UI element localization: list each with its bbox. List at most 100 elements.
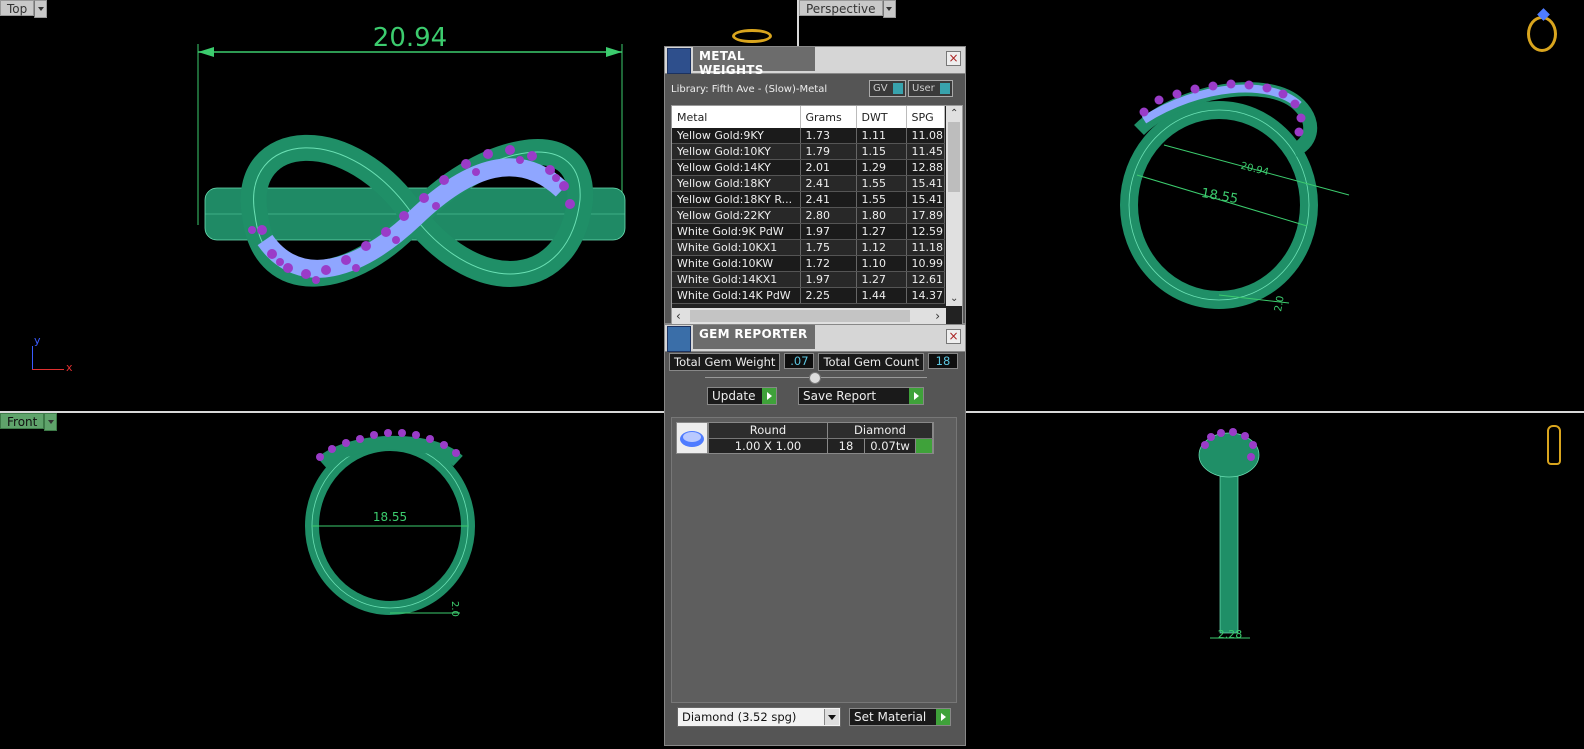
gem-reporter-splitter[interactable] bbox=[705, 372, 927, 384]
gem-list-table: Round Diamond 1.00 X 1.00 18 0.07tw bbox=[708, 422, 934, 454]
user-toggle-label: User bbox=[912, 83, 935, 94]
metal-weights-table: Metal Grams DWT SPG Yellow Gold:9KY 1.73 1… bbox=[672, 106, 945, 304]
right-pendant-icon[interactable] bbox=[1547, 425, 1561, 465]
axis-y-label: y bbox=[34, 334, 41, 347]
metal-name-cell: Yellow Gold:18KY R... bbox=[672, 191, 801, 208]
dwt-cell: 1.10 bbox=[856, 255, 907, 272]
dwt-cell: 1.27 bbox=[856, 223, 907, 240]
dwt-cell: 1.11 bbox=[856, 128, 907, 144]
grams-cell: 1.97 bbox=[800, 271, 857, 288]
dwt-cell: 1.55 bbox=[856, 191, 907, 208]
right-view-model: 2.28 bbox=[1198, 428, 1260, 641]
chevron-down-icon bbox=[824, 709, 839, 725]
grams-cell: 2.80 bbox=[800, 207, 857, 224]
gem-list-area: Round Diamond 1.00 X 1.00 18 0.07tw bbox=[671, 417, 957, 703]
perspective-dim-width: 20.94 bbox=[1239, 161, 1269, 179]
gem-row-arrow-button[interactable] bbox=[916, 438, 933, 453]
set-material-button[interactable]: Set Material bbox=[849, 708, 951, 726]
update-arrow-icon bbox=[762, 388, 776, 404]
viewport-right[interactable]: 2.28 bbox=[965, 413, 1584, 749]
spg-cell: 11.18 bbox=[906, 239, 945, 256]
material-select[interactable]: Diamond (3.52 spg) bbox=[677, 707, 841, 727]
top-dim-label: 20.94 bbox=[373, 23, 447, 53]
column-header-spg[interactable]: SPG bbox=[906, 106, 945, 128]
axis-indicator: y x bbox=[30, 334, 80, 378]
metal-library-text: Library: Fifth Ave - (Slow)-Metal bbox=[671, 84, 828, 95]
column-header-metal[interactable]: Metal bbox=[672, 106, 801, 128]
perspective-dim-small: 2.0 bbox=[1273, 295, 1287, 313]
metal-weights-horizontal-scrollbar[interactable]: ‹ › bbox=[672, 308, 946, 324]
spg-cell: 11.45 bbox=[906, 143, 945, 160]
table-row[interactable]: White Gold:10KX1 1.75 1.12 11.18 bbox=[672, 239, 945, 256]
metal-weights-panel: METAL WEIGHTS × Library: Fifth Ave - (Sl… bbox=[664, 46, 966, 325]
front-dim-inner: 18.55 bbox=[373, 510, 407, 524]
metal-weights-titlebar[interactable]: METAL WEIGHTS × bbox=[665, 47, 965, 77]
metal-library-label: Library: Fifth Ave - (Slow)-Metal GV Use… bbox=[665, 74, 965, 106]
perspective-ring-icon[interactable] bbox=[1527, 16, 1557, 52]
gem-reporter-close-button[interactable]: × bbox=[946, 329, 961, 344]
column-header-grams[interactable]: Grams bbox=[800, 106, 857, 128]
gv-toggle[interactable]: GV bbox=[869, 80, 906, 97]
grams-cell: 2.25 bbox=[800, 287, 857, 304]
spg-cell: 11.08 bbox=[906, 128, 945, 144]
update-button[interactable]: Update bbox=[707, 387, 777, 405]
table-row[interactable]: Yellow Gold:9KY 1.73 1.11 11.08 bbox=[672, 128, 945, 144]
perspective-dim-inner: 18.55 bbox=[1200, 186, 1239, 207]
gem-weight: 0.07tw bbox=[865, 438, 916, 453]
metal-weights-table-container[interactable]: Metal Grams DWT SPG Yellow Gold:9KY 1.73 1… bbox=[671, 105, 963, 325]
front-dim-small: 2.0 bbox=[449, 601, 460, 617]
set-material-arrow-icon bbox=[936, 709, 950, 725]
gem-reporter-panel: GEM REPORTER × Total Gem Weight .07 Tota… bbox=[664, 324, 966, 746]
gem-list-row[interactable]: Round Diamond 1.00 X 1.00 18 0.07tw bbox=[676, 422, 934, 454]
table-row[interactable]: Yellow Gold:18KY R... 2.41 1.55 15.41 bbox=[672, 191, 945, 208]
grams-cell: 1.75 bbox=[800, 239, 857, 256]
grams-cell: 1.97 bbox=[800, 223, 857, 240]
total-gem-count-value: 18 bbox=[927, 353, 958, 369]
metal-weights-vertical-scrollbar[interactable]: ⌃ ⌄ bbox=[946, 106, 962, 306]
metal-name-cell: White Gold:9K PdW bbox=[672, 223, 801, 240]
spg-cell: 12.61 bbox=[906, 271, 945, 288]
spg-cell: 15.41 bbox=[906, 175, 945, 192]
update-button-label: Update bbox=[712, 389, 756, 403]
table-row[interactable]: White Gold:9K PdW 1.97 1.27 12.59 bbox=[672, 223, 945, 240]
column-header-dwt[interactable]: DWT bbox=[856, 106, 907, 128]
top-ring-icon[interactable] bbox=[732, 29, 772, 43]
set-material-button-label: Set Material bbox=[854, 710, 927, 724]
table-row[interactable]: Yellow Gold:10KY 1.79 1.15 11.45 bbox=[672, 143, 945, 160]
grams-cell: 2.41 bbox=[800, 191, 857, 208]
user-toggle[interactable]: User bbox=[908, 80, 953, 97]
metal-name-cell: White Gold:14KX1 bbox=[672, 271, 801, 288]
axis-x-label: x bbox=[66, 361, 73, 374]
material-select-value: Diamond (3.52 spg) bbox=[682, 710, 797, 724]
gem-reporter-titlebar[interactable]: GEM REPORTER × bbox=[665, 325, 965, 352]
total-gem-count-label: Total Gem Count bbox=[818, 353, 924, 371]
dwt-cell: 1.55 bbox=[856, 175, 907, 192]
table-row[interactable]: Yellow Gold:14KY 2.01 1.29 12.88 bbox=[672, 159, 945, 176]
spg-cell: 17.89 bbox=[906, 207, 945, 224]
metal-weights-title: METAL WEIGHTS bbox=[693, 47, 815, 77]
gem-reporter-title: GEM REPORTER bbox=[693, 325, 815, 349]
spg-cell: 15.41 bbox=[906, 191, 945, 208]
table-row[interactable]: White Gold:14KX1 1.97 1.27 12.61 bbox=[672, 271, 945, 288]
spg-cell: 12.59 bbox=[906, 223, 945, 240]
gem-count: 18 bbox=[828, 438, 865, 453]
right-dim-width: 2.28 bbox=[1218, 628, 1243, 641]
dwt-cell: 1.44 bbox=[856, 287, 907, 304]
dwt-cell: 1.15 bbox=[856, 143, 907, 160]
spg-cell: 12.88 bbox=[906, 159, 945, 176]
metal-name-cell: Yellow Gold:10KY bbox=[672, 143, 801, 160]
gem-reporter-icon bbox=[667, 326, 691, 352]
metal-name-cell: White Gold:10KW bbox=[672, 255, 801, 272]
save-report-arrow-icon bbox=[909, 388, 923, 404]
save-report-button[interactable]: Save Report bbox=[798, 387, 924, 405]
metal-name-cell: Yellow Gold:22KY bbox=[672, 207, 801, 224]
dwt-cell: 1.29 bbox=[856, 159, 907, 176]
table-row[interactable]: Yellow Gold:22KY 2.80 1.80 17.89 bbox=[672, 207, 945, 224]
gem-shape-header: Round bbox=[709, 423, 828, 438]
table-row[interactable]: White Gold:14K PdW 2.25 1.44 14.37 bbox=[672, 287, 945, 304]
metal-weights-close-button[interactable]: × bbox=[946, 51, 961, 66]
dwt-cell: 1.27 bbox=[856, 271, 907, 288]
table-row[interactable]: Yellow Gold:18KY 2.41 1.55 15.41 bbox=[672, 175, 945, 192]
table-row[interactable]: White Gold:10KW 1.72 1.10 10.99 bbox=[672, 255, 945, 272]
metal-name-cell: Yellow Gold:14KY bbox=[672, 159, 801, 176]
